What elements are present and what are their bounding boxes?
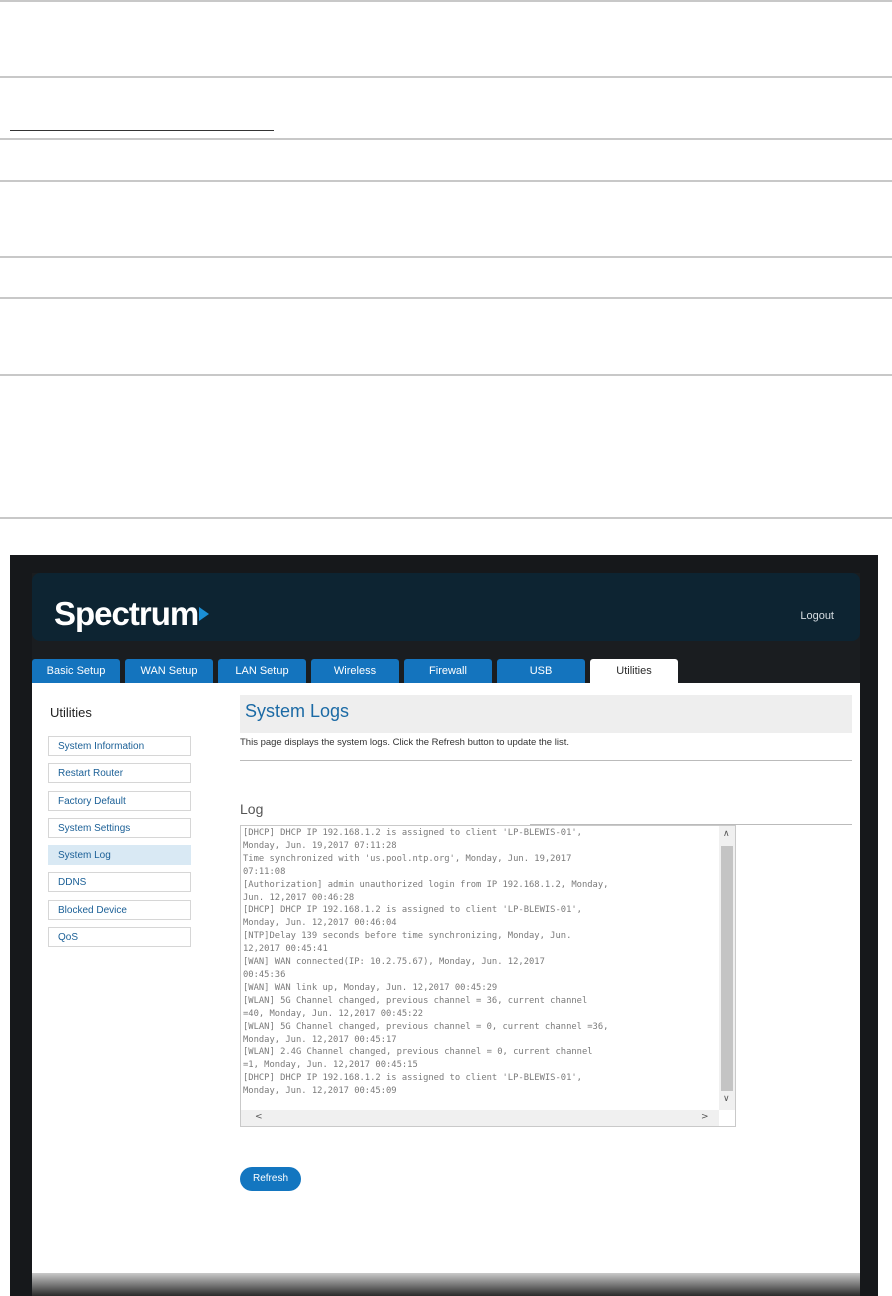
sidebar-item-system-information[interactable]: System Information [48,736,191,756]
sidebar-item-factory-default[interactable]: Factory Default [48,791,191,811]
logout-link[interactable]: Logout [800,610,834,622]
tab-firewall[interactable]: Firewall [404,659,492,683]
log-textarea[interactable]: [DHCP] DHCP IP 192.168.1.2 is assigned t… [240,825,736,1127]
main-content: Utilities System Information Restart Rou… [32,683,860,1273]
sidebar-item-restart-router[interactable]: Restart Router [48,763,191,783]
vertical-scrollbar[interactable]: ∧ ∨ [719,826,735,1110]
chevron-right-icon[interactable]: > [701,1112,709,1122]
page-description: This page displays the system logs. Clic… [240,737,569,748]
table-rule [0,256,892,258]
refresh-button[interactable]: Refresh [240,1167,301,1191]
tab-usb[interactable]: USB [497,659,585,683]
chevron-down-icon[interactable]: ∨ [723,1094,730,1104]
logo-text: Spectrum [54,595,199,632]
sidebar-item-blocked-device[interactable]: Blocked Device [48,900,191,920]
table-rule [0,297,892,299]
table-rule [0,180,892,182]
scroll-thumb[interactable] [721,846,733,1091]
main-tabs: Basic Setup WAN Setup LAN Setup Wireless… [32,659,860,684]
tab-wan-setup[interactable]: WAN Setup [125,659,213,683]
sidebar-item-ddns[interactable]: DDNS [48,872,191,892]
blank-underline [10,130,274,131]
screenshot-frame: Spectrum Logout Basic Setup WAN Setup LA… [10,555,878,1296]
table-rule [0,0,892,2]
spectrum-logo: Spectrum [54,595,210,633]
table-rule [0,76,892,78]
play-arrow-icon [199,607,210,622]
divider [240,760,852,761]
sidebar-item-qos[interactable]: QoS [48,927,191,947]
horizontal-scrollbar[interactable]: < > [241,1110,721,1126]
table-rule [0,517,892,519]
tab-utilities[interactable]: Utilities [590,659,678,684]
table-rule [0,374,892,376]
sidebar-title: Utilities [50,705,92,720]
chevron-left-icon[interactable]: < [255,1112,263,1122]
router-window: Spectrum Logout Basic Setup WAN Setup LA… [32,573,860,1296]
log-content: [DHCP] DHCP IP 192.168.1.2 is assigned t… [243,828,609,1097]
chevron-up-icon[interactable]: ∧ [723,829,730,839]
tab-lan-setup[interactable]: LAN Setup [218,659,306,683]
app-header: Spectrum Logout [32,573,860,641]
page-title: System Logs [240,695,852,733]
table-rule [0,138,892,140]
tab-basic-setup[interactable]: Basic Setup [32,659,120,683]
log-heading: Log [240,801,264,817]
scroll-corner [719,1110,735,1126]
footer-bar [32,1273,860,1296]
tab-wireless[interactable]: Wireless [311,659,399,683]
sidebar-item-system-settings[interactable]: System Settings [48,818,191,838]
sidebar-item-system-log[interactable]: System Log [48,845,191,865]
